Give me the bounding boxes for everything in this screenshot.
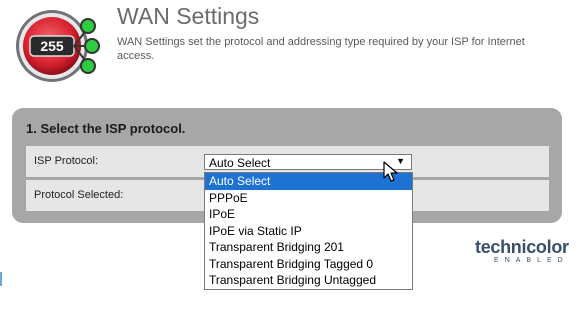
logo-number: 255	[40, 38, 64, 54]
page-title: WAN Settings	[117, 3, 260, 29]
protocol-selected-label: Protocol Selected:	[34, 189, 124, 201]
dropdown-option-pppoe[interactable]: PPPoE	[205, 190, 412, 207]
dropdown-option-transparent-bridging-untagged[interactable]: Transparent Bridging Untagged	[205, 272, 412, 289]
dropdown-option-auto-select[interactable]: Auto Select	[205, 173, 412, 190]
mouse-pointer-icon	[383, 161, 398, 182]
dropdown-option-ipoe[interactable]: IPoE	[205, 206, 412, 223]
isp-protocol-label: ISP Protocol:	[34, 155, 98, 167]
brand-name: technicolor	[475, 237, 569, 257]
isp-protocol-dropdown-list: Auto Select PPPoE IPoE IPoE via Static I…	[204, 172, 413, 290]
dropdown-option-ipoe-static-ip[interactable]: IPoE via Static IP	[205, 223, 412, 240]
isp-protocol-select-value: Auto Select	[209, 156, 271, 170]
section-title: 1. Select the ISP protocol.	[26, 121, 186, 136]
edge-marker	[0, 272, 2, 286]
app-logo-icon: 255	[16, 10, 100, 82]
brand-logo: technicolor ENABLED	[475, 237, 569, 264]
page-description: WAN Settings set the protocol and addres…	[117, 36, 525, 62]
dropdown-option-transparent-bridging-tagged-0[interactable]: Transparent Bridging Tagged 0	[205, 256, 412, 273]
dropdown-option-transparent-bridging-201[interactable]: Transparent Bridging 201	[205, 239, 412, 256]
brand-tagline: ENABLED	[494, 257, 569, 264]
isp-protocol-select[interactable]: Auto Select ▼	[204, 154, 412, 170]
